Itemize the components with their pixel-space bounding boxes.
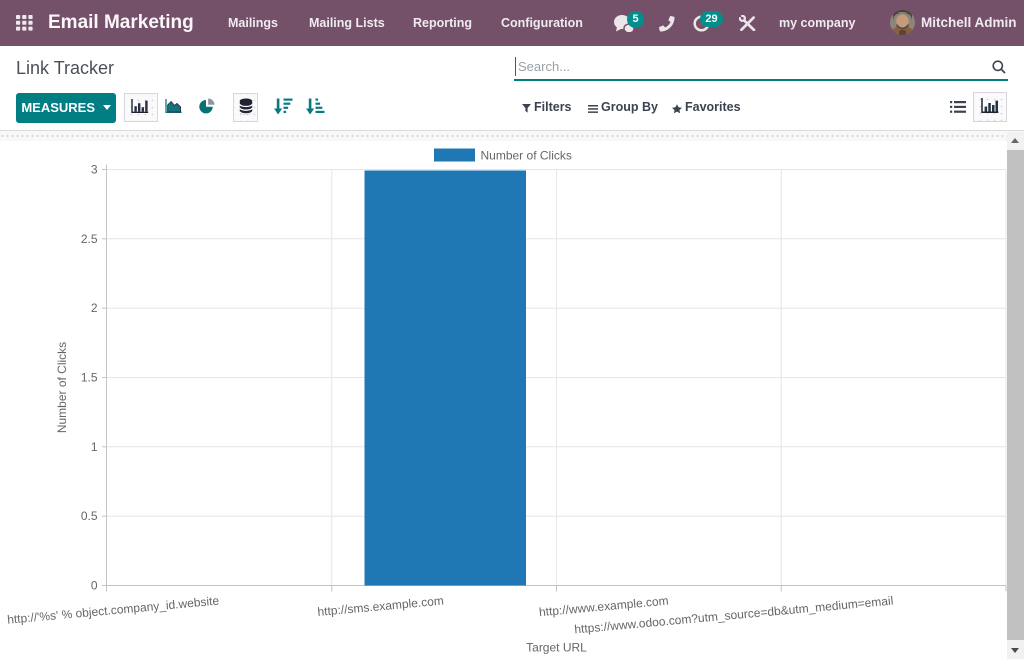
svg-text:2.5: 2.5 — [81, 232, 98, 246]
svg-text:http://sms.example.com: http://sms.example.com — [317, 594, 444, 619]
svg-text:3: 3 — [91, 163, 98, 177]
svg-text:0.5: 0.5 — [81, 509, 98, 523]
svg-text:2: 2 — [91, 301, 98, 315]
svg-text:1: 1 — [91, 440, 98, 454]
svg-text:1.5: 1.5 — [81, 371, 98, 385]
svg-text:Number of Clicks: Number of Clicks — [481, 149, 572, 163]
svg-text:0: 0 — [91, 579, 98, 593]
svg-text:Target URL: Target URL — [526, 641, 587, 655]
svg-text:http://'%s' % object.company_i: http://'%s' % object.company_id.website — [7, 594, 220, 627]
svg-text:Number of Clicks: Number of Clicks — [55, 342, 69, 433]
